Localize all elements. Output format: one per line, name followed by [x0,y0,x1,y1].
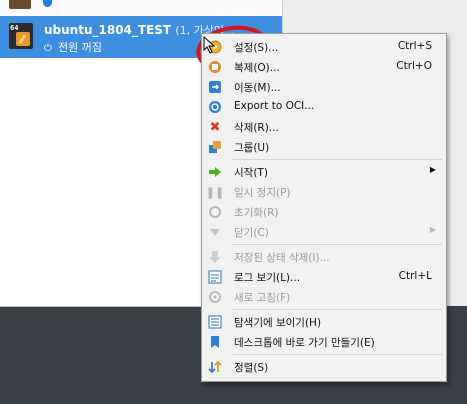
refresh-icon [208,290,222,304]
vm-os-icon: 64 [9,23,33,49]
vm-state: ⏻ 전원 꺼짐 [44,41,102,54]
menu-item-export-oci[interactable]: Export to OCI... [202,97,446,117]
delete-icon: ✖ [209,119,221,135]
menu-item-settings[interactable]: 설정(S)... Ctrl+S [202,37,446,57]
menu-item-discard-state[interactable]: 저장된 상태 삭제(I)... [202,247,446,267]
sort-icon [208,360,222,374]
menu-item-group[interactable]: 그룹(U) [202,137,446,157]
menu-item-sort[interactable]: 정렬(S) [202,357,446,377]
start-arrow-icon [208,165,222,179]
separator [232,309,442,310]
vm-os-icon [9,0,31,9]
menu-item-remove[interactable]: ✖ 삭제(R)... [202,117,446,137]
context-menu: 설정(S)... Ctrl+S 복제(O)... Ctrl+O 이동(M)...… [201,33,447,382]
group-icon [208,140,222,154]
menu-item-show-in-explorer[interactable]: 탐색기에 보이기(H) [202,312,446,332]
menu-item-move[interactable]: 이동(M)... [202,77,446,97]
menu-item-pause[interactable]: ❚❚ 일시 정지(P) [202,182,446,202]
clone-icon [208,60,222,74]
menu-item-reset[interactable]: 초기화(R) [202,202,446,222]
shortcut-icon [208,335,222,349]
menu-item-start[interactable]: 시작(T) ▶ [202,162,446,182]
power-off-icon: ⏻ [44,43,52,54]
separator [232,354,442,355]
mouse-cursor-icon [203,36,216,54]
discard-icon [208,250,222,264]
state-icon [43,0,52,7]
move-icon [208,80,222,94]
close-arrow-icon [208,225,222,239]
menu-item-show-log[interactable]: 로그 보기(L)... Ctrl+L [202,267,446,287]
reset-icon [208,205,222,219]
menu-item-refresh[interactable]: 새로 고침(F) [202,287,446,307]
separator [232,159,442,160]
menu-item-create-shortcut[interactable]: 데스크톱에 바로 가기 만들기(E) [202,332,446,352]
menu-item-clone[interactable]: 복제(O)... Ctrl+O [202,57,446,77]
separator [232,244,442,245]
vm-list-item-previous[interactable] [0,0,282,14]
submenu-arrow-icon: ▶ [429,225,436,234]
export-icon [208,100,222,114]
log-icon [208,270,222,284]
pause-icon: ❚❚ [205,185,225,199]
submenu-arrow-icon: ▶ [429,165,436,174]
menu-item-close[interactable]: 닫기(C) ▶ [202,222,446,242]
explorer-icon [208,315,222,329]
